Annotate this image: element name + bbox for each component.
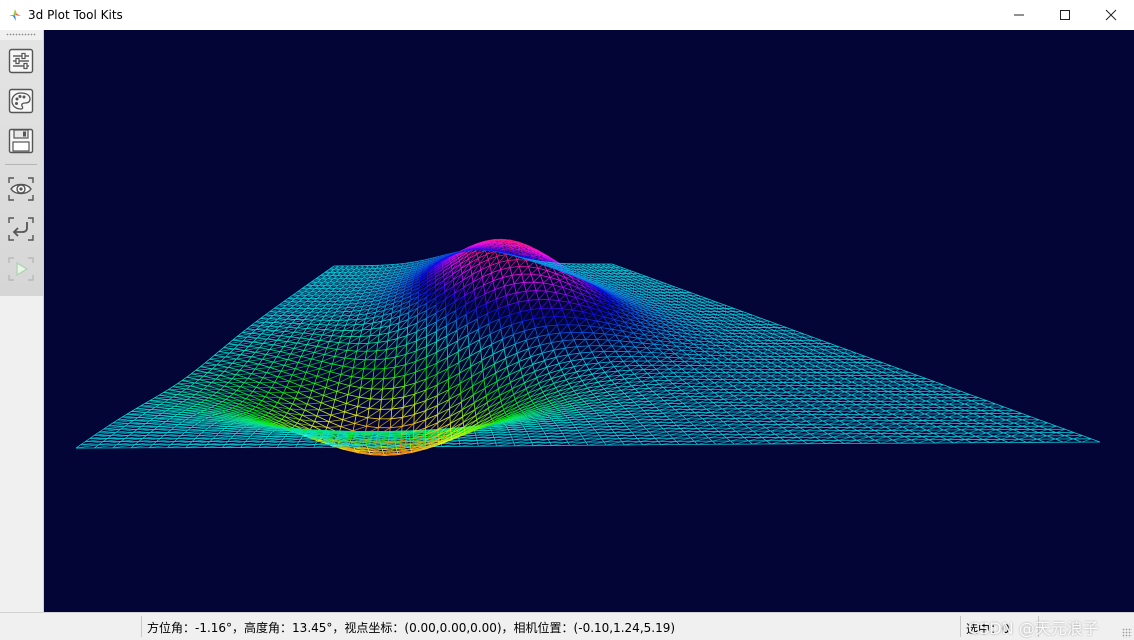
view-button[interactable] (6, 174, 36, 204)
title-bar: 3d Plot Tool Kits (0, 0, 1134, 30)
minimize-icon (1013, 9, 1025, 21)
wireframe-surface[interactable] (44, 30, 1134, 612)
save-button[interactable] (6, 126, 36, 156)
play-button[interactable] (6, 254, 36, 284)
close-icon (1105, 9, 1117, 21)
palette-icon (8, 88, 34, 114)
play-icon (7, 256, 35, 282)
reset-view-button[interactable] (6, 214, 36, 244)
plot-canvas[interactable] (44, 30, 1134, 612)
window-controls (996, 0, 1134, 30)
camera-info: 方位角：-1.16°，高度角：13.45°，视点坐标：(0.00,0.00,0.… (147, 619, 675, 636)
return-arrow-icon (7, 216, 35, 242)
window-title: 3d Plot Tool Kits (28, 8, 123, 22)
maximize-icon (1059, 9, 1071, 21)
toolbar-separator (5, 164, 37, 165)
status-bar: 方位角：-1.16°，高度角：13.45°，视点坐标：(0.00,0.00,0.… (0, 612, 1134, 640)
watermark: CSDN @天元浪子 (968, 615, 1099, 639)
toolbar-panel (0, 40, 43, 296)
surface-mesh (76, 239, 1100, 455)
left-toolbar (0, 30, 44, 612)
color-palette-button[interactable] (6, 86, 36, 116)
maximize-button[interactable] (1042, 0, 1088, 30)
status-divider (960, 616, 961, 637)
close-button[interactable] (1088, 0, 1134, 30)
floppy-disk-icon (8, 128, 34, 154)
eye-icon (7, 176, 35, 202)
resize-grip[interactable] (1122, 628, 1132, 638)
sliders-icon (8, 48, 34, 74)
toolbar-grip[interactable] (6, 33, 36, 36)
app-icon (8, 8, 22, 22)
status-segment-empty (0, 616, 142, 637)
minimize-button[interactable] (996, 0, 1042, 30)
settings-sliders-button[interactable] (6, 46, 36, 76)
